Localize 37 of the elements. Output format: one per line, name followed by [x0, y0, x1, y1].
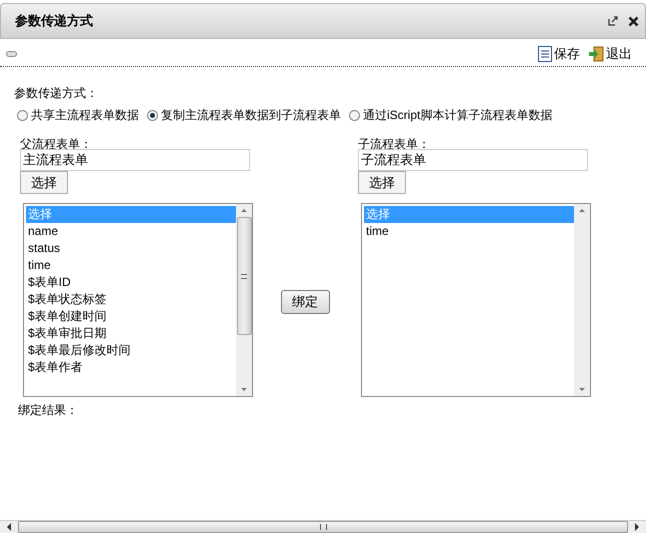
horizontal-scrollbar[interactable]	[0, 520, 646, 533]
list-option[interactable]: time	[26, 257, 236, 274]
form-name-field[interactable]: 子流程表单	[358, 149, 588, 171]
radio-label[interactable]: 共享主流程表单数据	[31, 107, 139, 124]
field-listbox[interactable]: 选择 time	[361, 203, 591, 397]
select-button[interactable]: 选择	[20, 171, 68, 194]
save-icon[interactable]	[538, 46, 552, 62]
form-name-field[interactable]: 主流程表单	[20, 149, 250, 171]
list-option[interactable]: $表单状态标签	[26, 291, 236, 308]
vertical-scrollbar[interactable]	[236, 204, 252, 396]
toolbar-button[interactable]: 退出	[606, 45, 632, 63]
list-option[interactable]: $表单作者	[26, 359, 236, 376]
select-button[interactable]: 选择	[358, 171, 406, 194]
list-option[interactable]: time	[364, 223, 574, 240]
popout-icon[interactable]	[608, 16, 618, 26]
list-option[interactable]: name	[26, 223, 236, 240]
list-option[interactable]: $表单ID	[26, 274, 236, 291]
form-label: 子流程表单：	[358, 136, 430, 152]
collapse-icon[interactable]	[6, 51, 17, 57]
radio-button[interactable]	[17, 110, 28, 121]
toolbar-button[interactable]: 保存	[554, 45, 580, 63]
field-listbox[interactable]: 选择 name status time $表单ID $表单状态标签 $表单创建时间 $表单审批日期 $表单最后修改时间 $表单作者	[23, 203, 253, 397]
vertical-scrollbar[interactable]	[574, 204, 590, 396]
bind-button[interactable]: 绑定	[280, 290, 330, 314]
list-option[interactable]: status	[26, 240, 236, 257]
mode-label: 参数传递方式：	[14, 85, 99, 102]
radio-button[interactable]	[147, 110, 158, 121]
result-label: 绑定结果：	[18, 402, 79, 419]
list-option[interactable]: $表单创建时间	[26, 308, 236, 325]
close-icon[interactable]	[628, 16, 639, 26]
list-option[interactable]: $表单审批日期	[26, 325, 236, 342]
radio-label[interactable]: 复制主流程表单数据到子流程表单	[161, 107, 341, 124]
radio-label[interactable]: 通过iScript脚本计算子流程表单数据	[363, 107, 552, 124]
list-option[interactable]: $表单最后修改时间	[26, 342, 236, 359]
radio-button[interactable]	[349, 110, 360, 121]
door-icon[interactable]	[588, 46, 604, 62]
window-title: 参数传递方式	[15, 12, 94, 30]
